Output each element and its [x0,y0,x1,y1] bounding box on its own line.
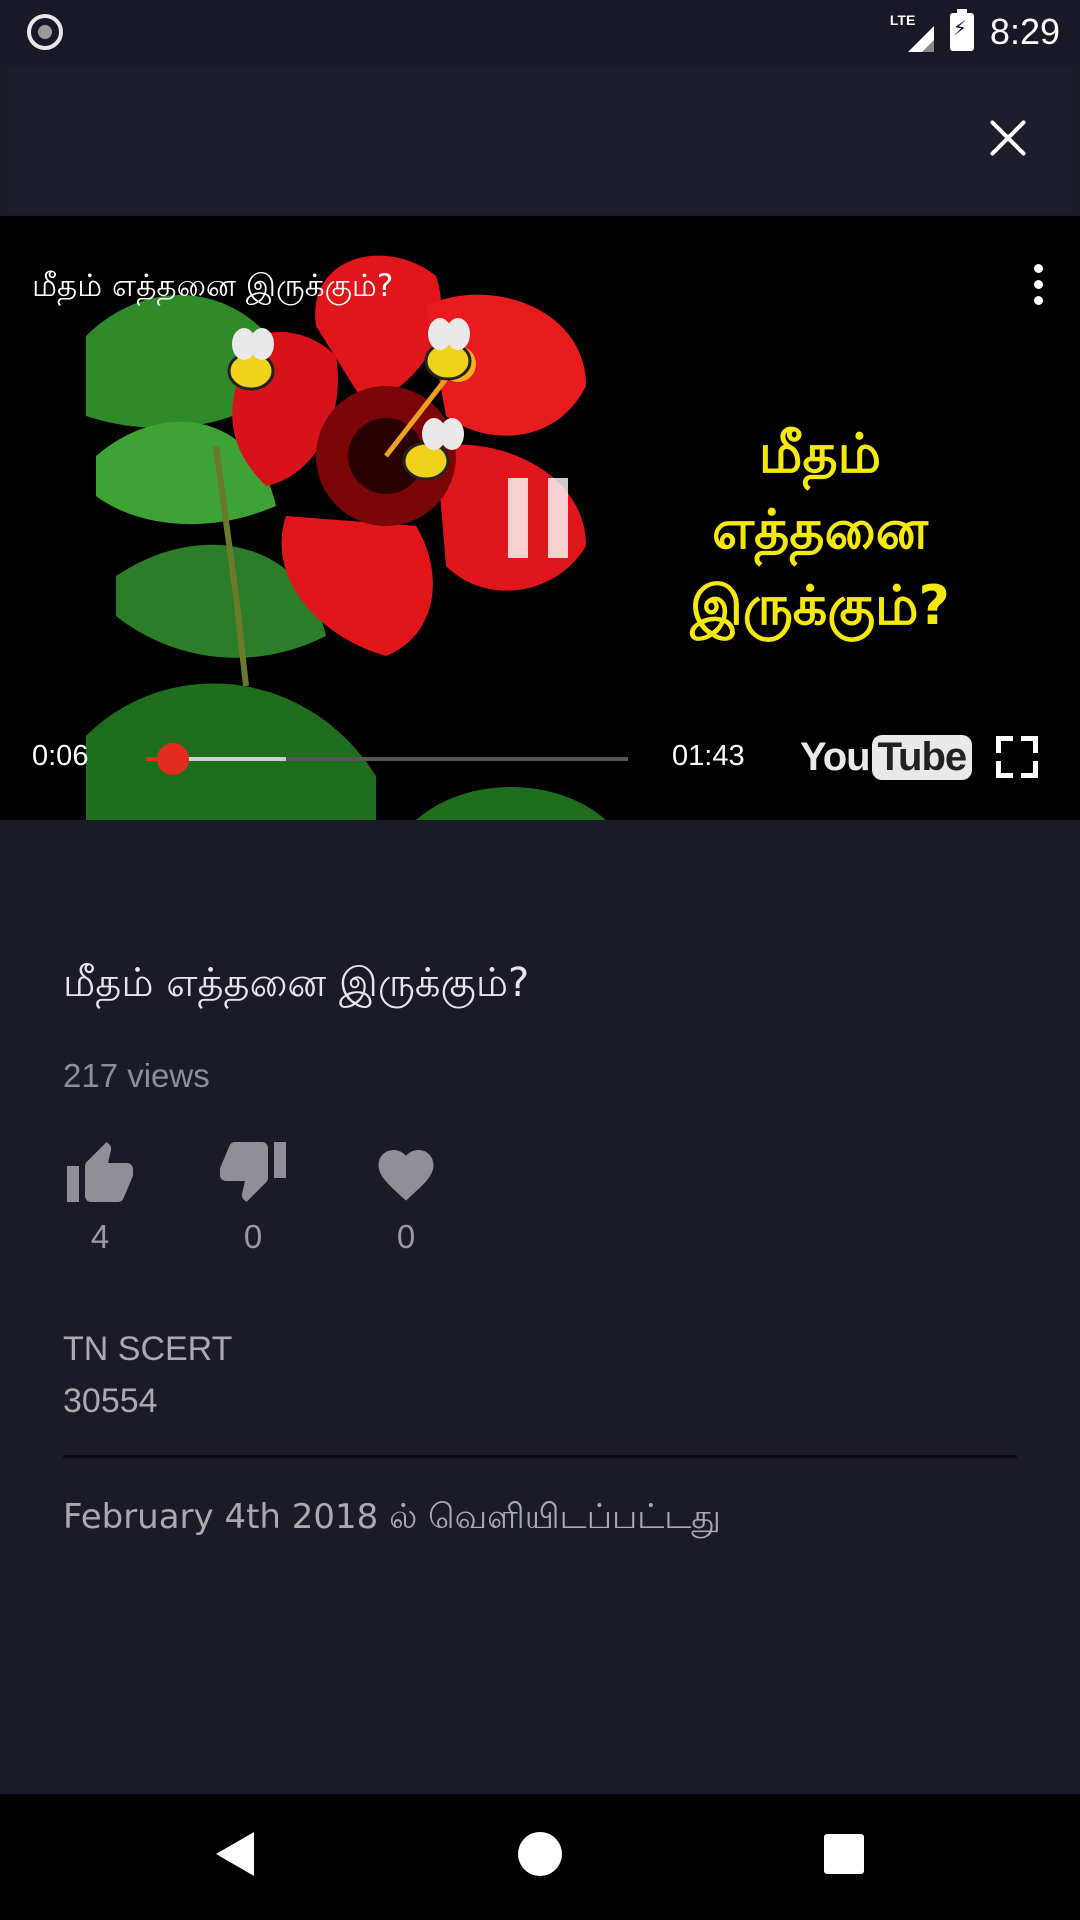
fullscreen-icon[interactable] [996,736,1038,778]
status-bar: LTE 8:29 [0,0,1080,63]
thumb-down-icon [220,1142,286,1202]
total-time: 01:43 [672,740,745,772]
channel-id: 30554 [63,1382,158,1420]
channel-name[interactable]: TN SCERT [63,1330,232,1369]
player-title: மீதம் எத்தனை இருக்கும்? [32,268,394,304]
top-bar [8,66,1072,212]
more-vert-icon[interactable] [1024,260,1052,312]
youtube-logo-tube: Tube [871,734,973,780]
seek-handle[interactable] [156,743,189,775]
overlay-line: எத்தனை [712,498,928,561]
status-indicators: LTE 8:29 [890,0,1060,63]
thumb-up-icon [67,1142,133,1202]
nav-recents-icon[interactable] [824,1834,864,1874]
navigation-bar [0,1794,1080,1920]
dislike-count: 0 [243,1218,263,1255]
view-count: 217 views [63,1057,210,1094]
favorite-count: 0 [396,1218,416,1255]
battery-icon [949,8,974,51]
published-date: February 4th 2018 ல் வெளியிடப்பட்டது [63,1497,721,1537]
video-title: மீதம் எத்தனை இருக்கும்? [63,960,530,1006]
heart-icon [378,1150,434,1201]
nav-back-icon[interactable] [216,1832,254,1876]
like-button[interactable]: 4 [60,1138,140,1256]
signal-icon: LTE [890,12,934,52]
youtube-logo-you: You [800,734,871,779]
close-icon[interactable] [978,108,1038,168]
status-time: 8:29 [989,10,1060,52]
pause-icon[interactable] [508,478,572,558]
youtube-logo[interactable]: You Tube [800,730,973,784]
nav-home-icon[interactable] [518,1832,562,1876]
video-player[interactable]: மீதம் எத்தனை இருக்கும்? மீதம் எத்தனை இரு… [0,216,1080,820]
like-count: 4 [90,1218,110,1255]
divider [63,1455,1017,1458]
video-overlay-text: மீதம் எத்தனை இருக்கும்? [640,416,1000,644]
seek-bar[interactable] [146,743,628,775]
favorite-button[interactable]: 0 [366,1138,446,1256]
overlay-line: மீதம் [758,422,882,485]
notification-icon [27,14,63,50]
current-time: 0:06 [32,740,89,772]
dislike-button[interactable]: 0 [213,1138,293,1256]
overlay-line: இருக்கும்? [690,574,950,637]
